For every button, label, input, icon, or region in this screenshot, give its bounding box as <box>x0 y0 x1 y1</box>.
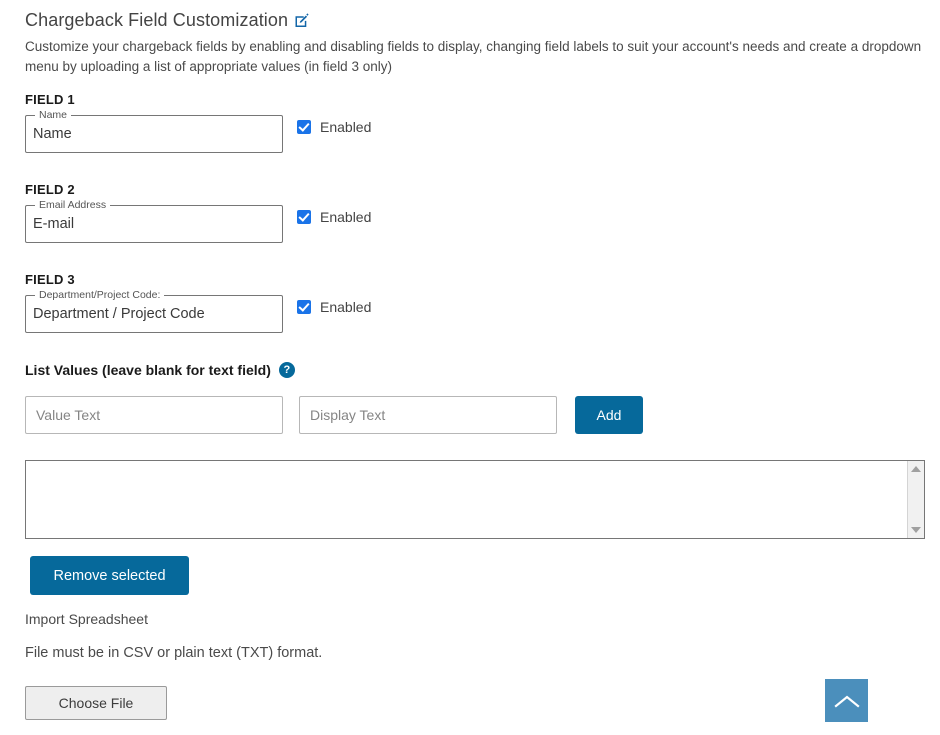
page-title-text: Chargeback Field Customization <box>25 10 289 30</box>
field-3-enabled-toggle[interactable]: Enabled <box>297 299 371 315</box>
field-2-enabled-toggle[interactable]: Enabled <box>297 209 371 225</box>
field-2-checkbox-label: Enabled <box>320 209 372 225</box>
page-title: Chargeback Field Customization <box>25 9 309 31</box>
field-2-checkbox[interactable] <box>297 210 311 224</box>
field-2-legend: FIELD 2 <box>25 182 75 197</box>
field-1-checkbox-label: Enabled <box>320 119 372 135</box>
field-block-1: FIELD 1 Name <box>25 92 283 153</box>
list-values-listbox[interactable] <box>25 460 925 539</box>
remove-selected-button[interactable]: Remove selected <box>30 556 189 595</box>
page-description: Customize your chargeback fields by enab… <box>25 39 922 74</box>
field-1-enabled-toggle[interactable]: Enabled <box>297 119 371 135</box>
field-1-legend: FIELD 1 <box>25 92 75 107</box>
list-values-heading-text: List Values (leave blank for text field) <box>25 362 271 378</box>
field-1-outlined-input[interactable]: Name <box>25 109 283 153</box>
chargeback-field-customization-page: Chargeback Field Customization Customize… <box>0 0 940 735</box>
field-2-float-label: Email Address <box>35 199 111 211</box>
field-1-checkbox[interactable] <box>297 120 311 134</box>
field-3-float-label: Department/Project Code: <box>35 289 165 301</box>
chevron-up-icon <box>833 694 860 708</box>
field-2-input[interactable] <box>33 214 273 234</box>
list-values-listbox-items[interactable] <box>26 461 907 538</box>
field-1-float-label: Name <box>35 109 72 121</box>
field-3-outlined-input[interactable]: Department/Project Code: <box>25 289 283 333</box>
field-3-legend: FIELD 3 <box>25 272 75 287</box>
scroll-up-arrow-icon[interactable] <box>911 466 921 472</box>
scroll-down-arrow-icon[interactable] <box>911 527 921 533</box>
field-3-checkbox-label: Enabled <box>320 299 372 315</box>
field-2-outlined-input[interactable]: Email Address <box>25 199 283 243</box>
field-block-2: FIELD 2 Email Address <box>25 182 283 243</box>
add-button[interactable]: Add <box>575 396 643 434</box>
choose-file-button[interactable]: Choose File <box>25 686 167 720</box>
file-format-note: File must be in CSV or plain text (TXT) … <box>25 645 323 661</box>
field-block-3: FIELD 3 Department/Project Code: <box>25 272 283 333</box>
listbox-scrollbar[interactable] <box>907 461 924 538</box>
value-text-input[interactable] <box>25 396 283 434</box>
field-3-input[interactable] <box>33 304 273 324</box>
help-question-icon[interactable]: ? <box>278 362 295 378</box>
field-1-input[interactable] <box>33 124 273 144</box>
list-values-heading: List Values (leave blank for text field)… <box>25 362 295 378</box>
edit-pencil-square-icon[interactable] <box>295 13 309 27</box>
import-spreadsheet-label: Import Spreadsheet <box>25 611 148 627</box>
field-3-checkbox[interactable] <box>297 300 311 314</box>
display-text-input[interactable] <box>299 396 557 434</box>
scroll-to-top-button[interactable] <box>825 679 868 722</box>
